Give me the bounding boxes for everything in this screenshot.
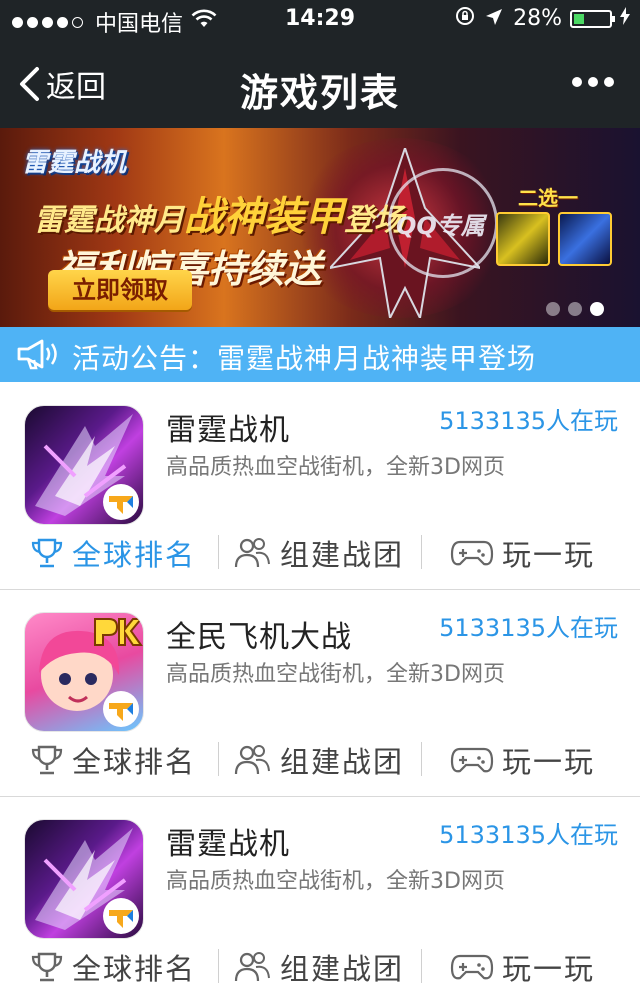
action-label: 组建战团	[280, 538, 405, 572]
tencent-games-badge-icon	[103, 691, 139, 727]
global-ranking-button[interactable]: 全球排名	[30, 531, 196, 575]
more-options-button[interactable]	[566, 72, 614, 91]
announcement-bar[interactable]: 活动公告：雷霆战神月战神装甲登场	[0, 327, 640, 382]
action-label: 组建战团	[280, 745, 405, 779]
headline-prefix: 雷霆战神月	[34, 203, 184, 238]
divider	[421, 535, 422, 569]
game-actions: 全球排名 组建战团 玩一玩	[0, 945, 640, 989]
game-name[interactable]: 雷霆战机	[166, 405, 290, 449]
reward-item-blue	[558, 212, 612, 266]
choose-one-label: 二选一	[518, 186, 578, 210]
game-logo: 雷霆战机	[22, 148, 127, 178]
game-description: 高品质热血空战街机，全新3D网页	[166, 869, 505, 894]
banner-headline: 雷霆战神月战神装甲登场	[34, 184, 404, 242]
create-team-button[interactable]: 组建战团	[234, 531, 404, 575]
divider	[218, 742, 219, 776]
gamepad-icon	[450, 747, 494, 773]
gamepad-icon	[450, 954, 494, 980]
thunder-fighter-icon[interactable]	[24, 405, 144, 525]
action-label: 全球排名	[72, 952, 197, 986]
pager-dot[interactable]	[568, 302, 582, 316]
game-card[interactable]: 全民飞机大战 5133135人在玩 高品质热血空战街机，全新3D网页 全球排名 …	[0, 590, 640, 797]
game-actions: 全球排名 组建战团 玩一玩	[0, 738, 640, 782]
trophy-icon	[31, 745, 63, 775]
banner-pager	[546, 301, 612, 320]
divider	[421, 949, 422, 983]
battery-icon	[570, 9, 615, 28]
play-button[interactable]: 玩一玩	[450, 531, 595, 575]
pk-girl-icon[interactable]	[24, 612, 144, 732]
action-label: 玩一玩	[502, 745, 596, 779]
play-button[interactable]: 玩一玩	[450, 738, 595, 782]
stamp-text: QQ专属	[396, 212, 485, 240]
charging-bolt-icon	[620, 7, 630, 30]
status-bar: 中国电信 14:29 28%	[0, 0, 640, 40]
player-count: 5133135人在玩	[439, 407, 618, 435]
orientation-lock-icon	[455, 6, 475, 31]
game-card[interactable]: 雷霆战机 5133135人在玩 高品质热血空战街机，全新3D网页 全球排名 组建…	[0, 383, 640, 590]
play-button[interactable]: 玩一玩	[450, 945, 595, 989]
promo-banner[interactable]: 雷霆战机 雷霆战神月战神装甲登场 福利惊喜持续送 立即领取 QQ专属 二选一	[0, 128, 640, 327]
trophy-icon	[31, 952, 63, 982]
tencent-games-badge-icon	[103, 484, 139, 520]
trophy-icon	[31, 538, 63, 568]
game-description: 高品质热血空战街机，全新3D网页	[166, 662, 505, 687]
action-label: 玩一玩	[502, 952, 596, 986]
game-name[interactable]: 雷霆战机	[166, 819, 290, 863]
action-label: 组建战团	[280, 952, 405, 986]
gamepad-icon	[450, 540, 494, 566]
action-label: 玩一玩	[502, 538, 596, 572]
thunder-fighter-icon[interactable]	[24, 819, 144, 939]
page-title: 游戏列表	[239, 71, 400, 115]
pager-dot[interactable]	[546, 302, 560, 316]
game-name[interactable]: 全民飞机大战	[166, 612, 352, 656]
team-icon	[234, 952, 270, 982]
navigation-bar: 返回 游戏列表	[0, 40, 640, 128]
create-team-button[interactable]: 组建战团	[234, 738, 404, 782]
location-arrow-icon	[485, 7, 503, 31]
game-actions: 全球排名 组建战团 玩一玩	[0, 531, 640, 575]
player-count: 5133135人在玩	[439, 821, 618, 849]
reward-item-gold	[496, 212, 550, 266]
team-icon	[234, 745, 270, 775]
divider	[421, 742, 422, 776]
divider	[218, 949, 219, 983]
create-team-button[interactable]: 组建战团	[234, 945, 404, 989]
game-description: 高品质热血空战街机，全新3D网页	[166, 455, 505, 480]
pager-dot-active[interactable]	[590, 302, 604, 316]
claim-now-button[interactable]: 立即领取	[48, 270, 192, 310]
global-ranking-button[interactable]: 全球排名	[30, 738, 196, 782]
tencent-games-badge-icon	[103, 898, 139, 934]
announcement-text: 活动公告：雷霆战神月战神装甲登场	[72, 342, 537, 375]
player-count: 5133135人在玩	[439, 614, 618, 642]
global-ranking-button[interactable]: 全球排名	[30, 945, 196, 989]
megaphone-icon	[17, 339, 57, 370]
team-icon	[234, 538, 270, 568]
action-label: 全球排名	[72, 538, 197, 572]
action-label: 全球排名	[72, 745, 197, 779]
battery-percent: 28%	[513, 6, 562, 31]
headline-emphasis: 战神装甲	[184, 194, 344, 240]
divider	[218, 535, 219, 569]
game-card[interactable]: 雷霆战机 5133135人在玩 高品质热血空战街机，全新3D网页 全球排名 组建…	[0, 797, 640, 1003]
